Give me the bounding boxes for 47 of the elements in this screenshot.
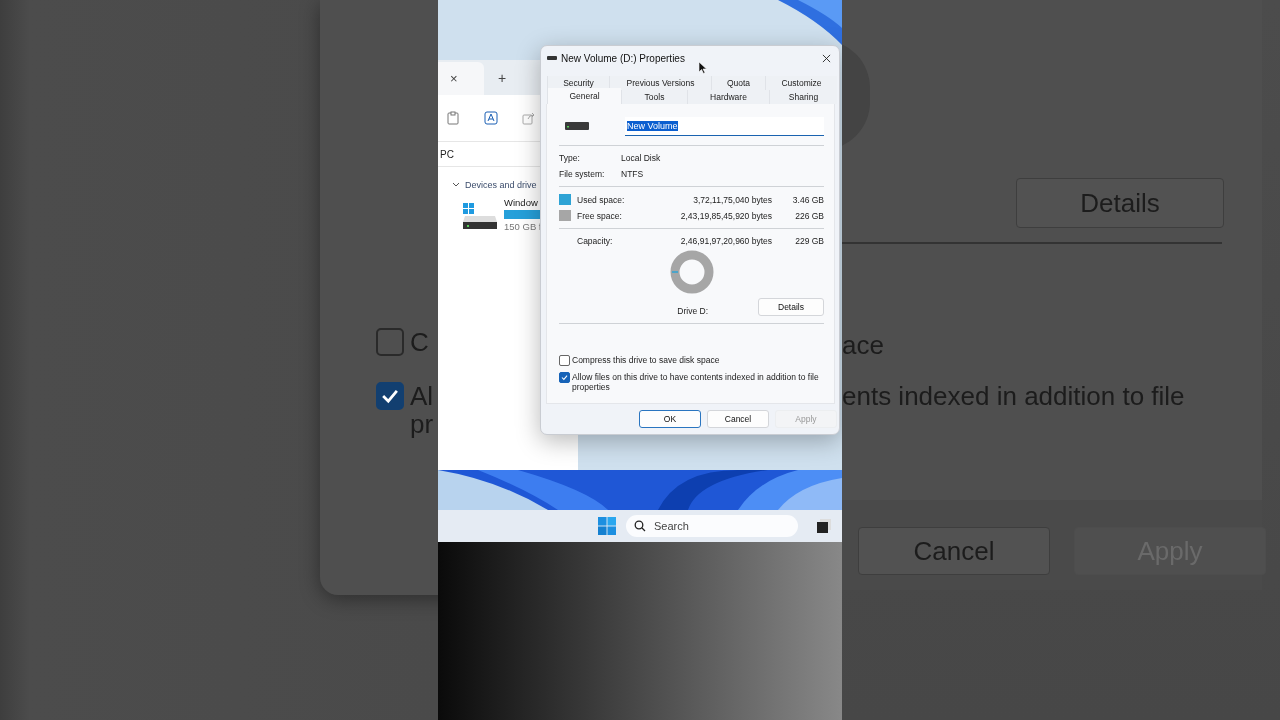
search-field[interactable]: Search bbox=[626, 515, 798, 537]
checkbox[interactable] bbox=[376, 328, 404, 356]
donut-drawing bbox=[669, 250, 714, 294]
field-value: Local Disk bbox=[621, 153, 662, 163]
drive-label: Drive D: bbox=[677, 306, 708, 316]
start-icon[interactable] bbox=[598, 517, 616, 535]
dialog-button[interactable]: Cancel bbox=[707, 410, 769, 428]
space-label: Used space: bbox=[577, 194, 626, 205]
paste-icon[interactable] bbox=[446, 111, 460, 125]
tab[interactable]: General bbox=[547, 88, 621, 104]
browser-tab[interactable]: × bbox=[438, 62, 484, 95]
byte-count: 2,46,91,97,20,960 bytes bbox=[679, 236, 772, 246]
checkbox[interactable] bbox=[376, 382, 404, 410]
rename-icon[interactable] bbox=[484, 111, 498, 125]
drive-icon bbox=[547, 56, 557, 60]
drive-free-text: 150 GB f bbox=[504, 221, 543, 232]
size-value: 226 GB bbox=[794, 210, 824, 221]
details-button[interactable]: Details bbox=[758, 298, 824, 316]
drive-icon bbox=[565, 122, 589, 130]
checkmark-icon bbox=[560, 373, 569, 382]
dialog-button[interactable]: OK bbox=[639, 410, 701, 428]
app-icon[interactable] bbox=[816, 518, 832, 534]
checkbox[interactable] bbox=[559, 372, 570, 383]
checkbox-label: Allow files on this drive to have contents indexed in addition to file properties bbox=[572, 372, 820, 392]
field-label: File system: bbox=[559, 169, 606, 179]
space-label: Capacity: bbox=[577, 236, 614, 246]
size-value: 229 GB bbox=[794, 236, 824, 246]
checkbox-label: Compress this drive to save disk space bbox=[572, 355, 720, 365]
cursor-icon bbox=[699, 62, 707, 74]
byte-count: 3,72,11,75,040 bytes bbox=[692, 194, 772, 205]
chevron-icon[interactable] bbox=[452, 182, 460, 188]
drive-name[interactable]: Window bbox=[504, 197, 544, 208]
size-value: 3.46 GB bbox=[791, 194, 824, 205]
window-title: New Volume (D:) Properties bbox=[561, 52, 686, 64]
new-tab-button[interactable]: + bbox=[498, 70, 507, 86]
field-label: Type: bbox=[559, 153, 581, 163]
close-tab-button[interactable]: × bbox=[450, 71, 458, 86]
section-heading: Devices and drive bbox=[465, 180, 537, 190]
checkbox[interactable] bbox=[559, 355, 570, 366]
space-label: Free space: bbox=[577, 210, 623, 221]
drive-icon[interactable] bbox=[462, 202, 498, 230]
address-text: PC bbox=[440, 148, 454, 160]
byte-count: 2,43,19,85,45,920 bytes bbox=[679, 210, 772, 221]
field-value: NTFS bbox=[621, 169, 645, 179]
search-icon bbox=[634, 520, 646, 532]
close-icon[interactable] bbox=[822, 53, 831, 63]
name-field[interactable]: New Volume bbox=[625, 116, 824, 136]
